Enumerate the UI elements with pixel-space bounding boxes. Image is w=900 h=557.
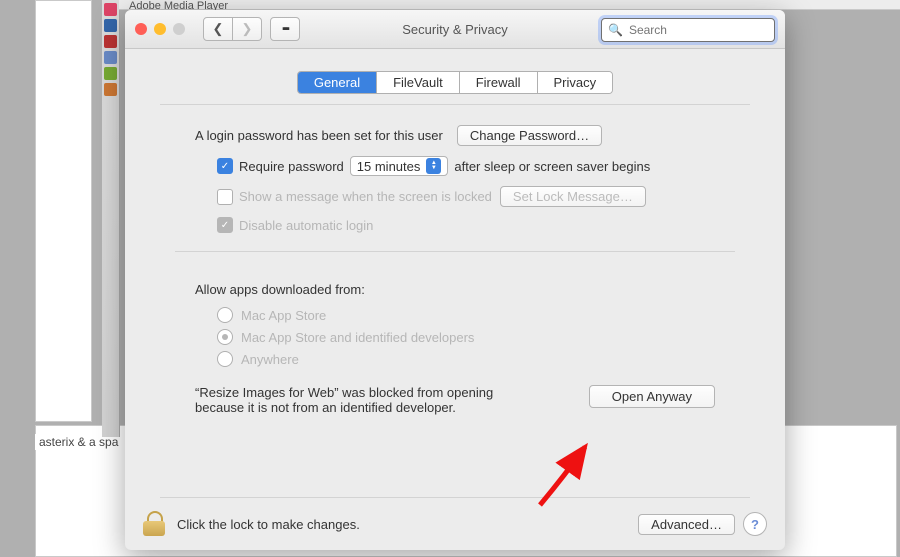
require-password-checkbox[interactable]: ✓: [217, 158, 233, 174]
dock-icon[interactable]: [104, 83, 117, 96]
lock-message: Click the lock to make changes.: [177, 517, 360, 532]
advanced-button[interactable]: Advanced…: [638, 514, 735, 535]
lock-icon[interactable]: [143, 511, 165, 537]
close-icon[interactable]: [135, 23, 147, 35]
forward-button: ❯: [233, 17, 262, 41]
general-pane: A login password has been set for this u…: [160, 104, 750, 498]
help-button[interactable]: ?: [743, 512, 767, 536]
require-password-label: Require password: [239, 159, 344, 174]
after-sleep-label: after sleep or screen saver begins: [454, 159, 650, 174]
back-button[interactable]: ❮: [203, 17, 233, 41]
titlebar: ❮ ❯ ▪▪▪ Security & Privacy 🔍: [125, 10, 785, 49]
zoom-icon: [173, 23, 185, 35]
radio-anywhere-label: Anywhere: [241, 352, 299, 367]
menubar: Adobe Media Player: [119, 0, 900, 10]
blocked-app-message-line2: because it is not from an identified dev…: [195, 400, 573, 415]
show-message-label: Show a message when the screen is locked: [239, 189, 492, 204]
dock: [102, 0, 120, 437]
blocked-app-message-line1: “Resize Images for Web” was blocked from…: [195, 385, 573, 400]
radio-mac-app-store: [217, 307, 233, 323]
preferences-window: ❮ ❯ ▪▪▪ Security & Privacy 🔍 General Fil…: [125, 10, 785, 550]
open-anyway-button[interactable]: Open Anyway: [589, 385, 715, 408]
tab-filevault[interactable]: FileVault: [377, 72, 460, 93]
tab-bar: General FileVault Firewall Privacy: [125, 71, 785, 94]
traffic-lights: [135, 23, 185, 35]
tab-privacy[interactable]: Privacy: [538, 72, 613, 93]
radio-anywhere: [217, 351, 233, 367]
footer: Click the lock to make changes. Advanced…: [125, 498, 785, 550]
show-message-checkbox: [217, 189, 233, 205]
radio-mas-identified: [217, 329, 233, 345]
search-input[interactable]: [627, 22, 786, 38]
tab-general[interactable]: General: [298, 72, 377, 93]
chevron-updown-icon: ▲▼: [426, 158, 441, 174]
search-icon: 🔍: [608, 23, 623, 37]
radio-mas-label: Mac App Store: [241, 308, 326, 323]
background-panel: [35, 0, 92, 422]
search-field[interactable]: 🔍: [601, 18, 775, 42]
disable-autologin-label: Disable automatic login: [239, 218, 373, 233]
login-password-label: A login password has been set for this u…: [195, 128, 443, 143]
minimize-icon[interactable]: [154, 23, 166, 35]
divider: [175, 251, 735, 252]
dock-icon[interactable]: [104, 3, 117, 16]
require-password-delay-select[interactable]: 15 minutes ▲▼: [350, 156, 449, 176]
radio-mas-dev-label: Mac App Store and identified developers: [241, 330, 474, 345]
show-all-button[interactable]: ▪▪▪: [270, 17, 300, 41]
allow-apps-label: Allow apps downloaded from:: [195, 282, 365, 297]
delay-value: 15 minutes: [357, 159, 421, 174]
tab-firewall[interactable]: Firewall: [460, 72, 538, 93]
change-password-button[interactable]: Change Password…: [457, 125, 602, 146]
dock-icon[interactable]: [104, 51, 117, 64]
dock-icon[interactable]: [104, 19, 117, 32]
set-lock-message-button: Set Lock Message…: [500, 186, 646, 207]
dock-icon[interactable]: [104, 67, 117, 80]
dock-icon[interactable]: [104, 35, 117, 48]
disable-autologin-checkbox: ✓: [217, 217, 233, 233]
